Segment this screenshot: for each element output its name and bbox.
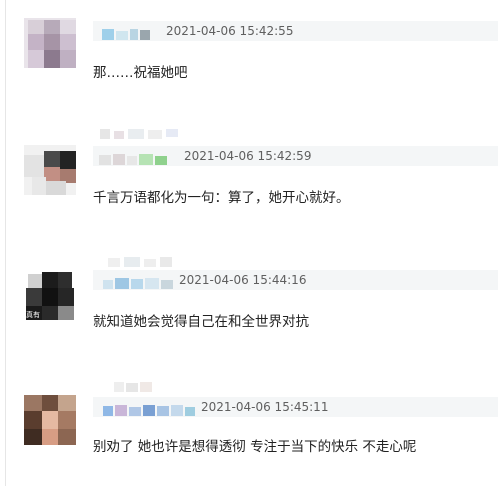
user-avatar[interactable] [24,395,76,445]
comment-meta-bar: 2021-04-06 15:42:59 [93,146,498,166]
user-avatar[interactable] [24,18,76,68]
username-pixelated[interactable] [99,150,167,165]
comment-item: 2021-04-06 15:45:11 别劝了 她也许是想得透彻 专注于当下的快… [0,360,498,486]
username-pixelated[interactable] [103,274,173,289]
avatar-label: 真有 [26,311,40,319]
comment-meta-bar: 2021-04-06 15:44:16 [93,270,498,290]
comment-text: 别劝了 她也许是想得透彻 专注于当下的快乐 不走心呢 [93,439,417,455]
blurred-header-fragment [108,252,174,267]
username-pixelated[interactable] [103,401,195,416]
user-avatar[interactable]: 真有 [24,270,76,320]
username-pixelated[interactable] [102,25,150,40]
comment-timestamp: 2021-04-06 15:44:16 [179,273,307,287]
comment-text: 就知道她会觉得自己在和全世界对抗 [93,314,309,330]
comment-item: 真有 2021-04-06 15:44:16 就知道她会觉得自己在和全世界对抗 [0,235,498,360]
comment-meta-bar: 2021-04-06 15:45:11 [93,397,498,417]
blurred-header-fragment [100,124,180,139]
user-avatar[interactable] [24,145,76,195]
blurred-header-fragment [114,377,152,392]
comment-timestamp: 2021-04-06 15:42:59 [184,149,312,163]
comment-meta-bar: 2021-04-06 15:42:55 [93,21,498,41]
comment-timestamp: 2021-04-06 15:42:55 [166,24,294,38]
comment-item: 2021-04-06 15:42:55 那……祝福她吧 [0,0,498,110]
comment-text: 千言万语都化为一句：算了，她开心就好。 [93,190,350,206]
comment-item: 2021-04-06 15:42:59 千言万语都化为一句：算了，她开心就好。 [0,110,498,235]
comment-text: 那……祝福她吧 [93,65,188,81]
comment-timestamp: 2021-04-06 15:45:11 [201,400,329,414]
